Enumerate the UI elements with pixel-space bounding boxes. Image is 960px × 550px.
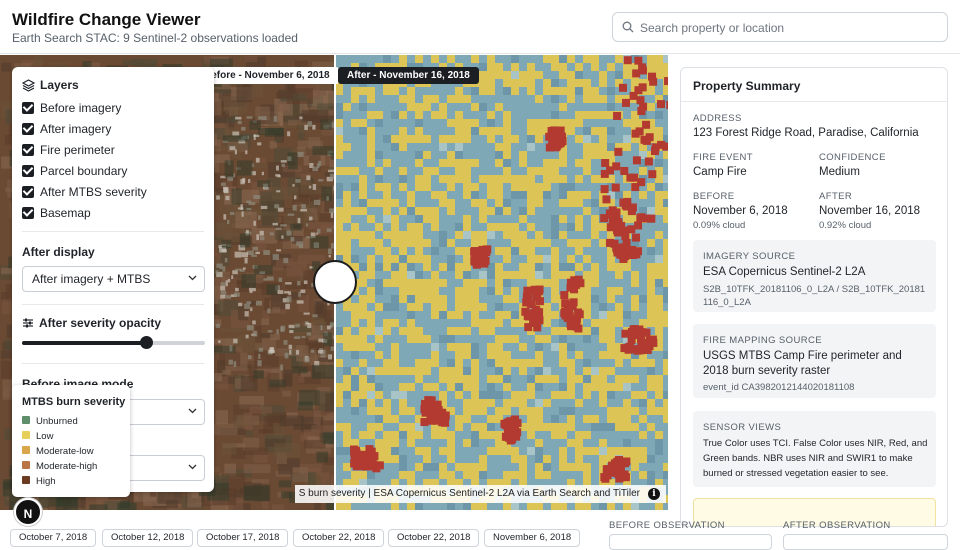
- before-date: November 6, 2018: [693, 205, 788, 217]
- imagery-source-card: IMAGERY SOURCE ESA Copernicus Sentinel-2…: [693, 240, 936, 312]
- layer-toggle-after-imagery[interactable]: After imagery: [22, 121, 111, 137]
- property-summary-panel: Property Summary ADDRESS 123 Forest Ridg…: [680, 67, 948, 527]
- before-date-label: Before - November 6, 2018: [195, 67, 339, 84]
- imagery-source-label: IMAGERY SOURCE: [703, 251, 795, 262]
- checkbox[interactable]: [22, 144, 34, 156]
- fire-mapping-card: FIRE MAPPING SOURCE USGS MTBS Camp Fire …: [693, 324, 936, 398]
- event-id: event_id CA3982012144020181108: [703, 381, 928, 394]
- swipe-handle[interactable]: [313, 260, 357, 304]
- opacity-slider-track[interactable]: [22, 341, 205, 345]
- sensor-views-text: True Color uses TCI. False Color uses NI…: [703, 436, 928, 481]
- sensor-views-label: SENSOR VIEWS: [703, 422, 781, 433]
- summary-title: Property Summary: [693, 79, 800, 93]
- layers-title: Layers: [40, 78, 79, 92]
- sensor-views-card: SENSOR VIEWS True Color uses TCI. False …: [693, 411, 936, 487]
- checkbox[interactable]: [22, 165, 34, 177]
- after-date-label: After - November 16, 2018: [338, 67, 479, 84]
- layer-toggle-after-mtbs-severity[interactable]: After MTBS severity: [22, 184, 147, 200]
- date-chip[interactable]: October 22, 2018: [388, 529, 479, 547]
- before-label: BEFORE: [693, 191, 734, 202]
- layer-toggle-before-imagery[interactable]: Before imagery: [22, 100, 121, 116]
- legend-item-unburned: Unburned: [22, 416, 78, 428]
- attribution-text: S burn severity | ESA Copernicus Sentine…: [299, 488, 640, 499]
- opacity-slider-fill: [22, 341, 146, 345]
- layers-header: Layers: [22, 78, 79, 92]
- fire-event-value: Camp Fire: [693, 166, 747, 178]
- search-box[interactable]: [612, 12, 948, 42]
- confidence-label: CONFIDENCE: [819, 152, 886, 163]
- divider: [22, 231, 204, 232]
- checkbox[interactable]: [22, 207, 34, 219]
- search-input[interactable]: [640, 18, 940, 38]
- imagery-ids: S2B_10TFK_20181106_0_L2A / S2B_10TFK_201…: [703, 283, 928, 309]
- date-chip[interactable]: October 7, 2018: [10, 529, 96, 547]
- fire-mapping-value: USGS MTBS Camp Fire perimeter and 2018 b…: [703, 349, 928, 379]
- legend-swatch: [22, 446, 30, 454]
- checkbox[interactable]: [22, 102, 34, 114]
- after-date: November 16, 2018: [819, 205, 920, 217]
- date-chip[interactable]: November 6, 2018: [484, 529, 580, 547]
- legend-swatch: [22, 476, 30, 484]
- sliders-icon: [22, 317, 34, 329]
- divider: [681, 101, 948, 102]
- before-cloud: 0.09% cloud: [693, 220, 745, 231]
- search-icon: [622, 21, 634, 33]
- after-cloud: 0.92% cloud: [819, 220, 871, 231]
- app-title: Wildfire Change Viewer: [12, 10, 200, 30]
- opacity-slider-thumb[interactable]: [140, 336, 153, 349]
- after-observation-select[interactable]: [783, 534, 948, 550]
- checkbox[interactable]: [22, 123, 34, 135]
- avatar[interactable]: N: [14, 498, 42, 526]
- fire-event-label: FIRE EVENT: [693, 152, 753, 163]
- layer-toggle-basemap[interactable]: Basemap: [22, 205, 91, 221]
- burn-severity-legend: MTBS burn severity Unburned Low Moderate…: [12, 385, 130, 497]
- checkbox[interactable]: [22, 186, 34, 198]
- legend-item-low: Low: [22, 431, 53, 443]
- legend-item-moderate-high: Moderate-high: [22, 461, 97, 473]
- divider: [22, 304, 204, 305]
- address-label: ADDRESS: [693, 113, 742, 124]
- layer-toggle-parcel-boundary[interactable]: Parcel boundary: [22, 163, 127, 179]
- opacity-label: After severity opacity: [22, 316, 161, 330]
- legend-item-high: High: [22, 476, 56, 488]
- imagery-source-value: ESA Copernicus Sentinel-2 L2A: [703, 265, 928, 280]
- before-observation-select[interactable]: [609, 534, 772, 550]
- before-observation-label: BEFORE OBSERVATION: [609, 520, 725, 531]
- date-chip[interactable]: October 22, 2018: [293, 529, 384, 547]
- divider: [22, 363, 204, 364]
- chevron-down-icon: [188, 408, 197, 414]
- confidence-value: Medium: [819, 166, 860, 178]
- app-header: Wildfire Change Viewer Earth Search STAC…: [0, 0, 960, 54]
- fire-mapping-label: FIRE MAPPING SOURCE: [703, 335, 822, 346]
- after-display-label: After display: [22, 245, 95, 259]
- chevron-down-icon: [188, 275, 197, 281]
- after-label: AFTER: [819, 191, 852, 202]
- date-chip[interactable]: October 17, 2018: [197, 529, 288, 547]
- legend-swatch: [22, 431, 30, 439]
- map-attribution: S burn severity | ESA Copernicus Sentine…: [295, 485, 666, 503]
- date-chip[interactable]: October 12, 2018: [102, 529, 193, 547]
- legend-swatch: [22, 416, 30, 424]
- chevron-down-icon: [188, 464, 197, 470]
- legend-swatch: [22, 461, 30, 469]
- layer-toggle-fire-perimeter[interactable]: Fire perimeter: [22, 142, 115, 158]
- layers-icon: [22, 79, 35, 92]
- after-display-select[interactable]: After imagery + MTBS: [22, 266, 205, 292]
- address-value: 123 Forest Ridge Road, Paradise, Califor…: [693, 127, 919, 139]
- legend-item-moderate-low: Moderate-low: [22, 446, 94, 458]
- info-icon[interactable]: i: [648, 488, 660, 500]
- after-observation-label: AFTER OBSERVATION: [783, 520, 891, 531]
- app-subtitle: Earth Search STAC: 9 Sentinel-2 observat…: [12, 31, 298, 45]
- legend-title: MTBS burn severity: [22, 396, 125, 408]
